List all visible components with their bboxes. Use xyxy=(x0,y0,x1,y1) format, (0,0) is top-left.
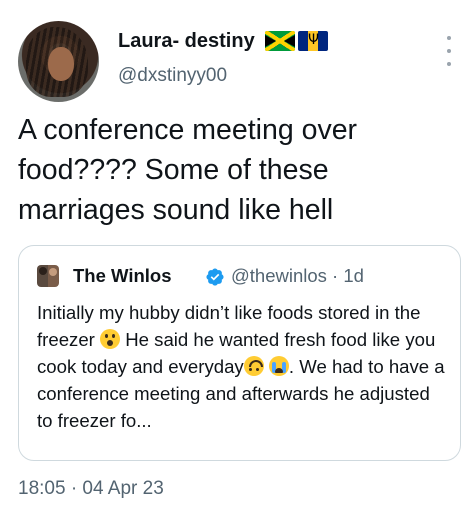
verified-badge-icon xyxy=(206,268,224,286)
more-options-icon[interactable] xyxy=(442,36,456,66)
surprised-face-emoji-icon xyxy=(100,329,121,349)
author-handle[interactable]: @dxstinyy00 xyxy=(118,65,227,87)
tweet-timestamp[interactable]: 18:05 · 04 Apr 23 xyxy=(18,478,164,500)
barbados-flag-icon xyxy=(298,31,328,51)
quoted-tweet-card[interactable]: The Winlos @thewinlos · 1d Initially my … xyxy=(18,245,461,461)
quoted-author-handle-and-time: @thewinlos · 1d xyxy=(231,265,364,286)
avatar-face xyxy=(48,47,74,81)
quoted-author-avatar xyxy=(37,265,59,287)
tweet: Laura- destiny @dxstinyy00 A conference … xyxy=(0,0,475,518)
upside-down-face-emoji-icon xyxy=(243,356,264,376)
avatar[interactable] xyxy=(18,21,99,102)
author-display-name[interactable]: Laura- destiny xyxy=(118,30,255,53)
quoted-author-name: The Winlos xyxy=(73,265,172,286)
crying-face-emoji-icon xyxy=(268,356,289,376)
author-flags xyxy=(265,31,328,51)
quoted-tweet-text: Initially my hubby didn’t like foods sto… xyxy=(37,299,447,434)
tweet-text: A conference meeting over food???? Some … xyxy=(18,114,358,226)
jamaica-flag-icon xyxy=(265,31,295,51)
